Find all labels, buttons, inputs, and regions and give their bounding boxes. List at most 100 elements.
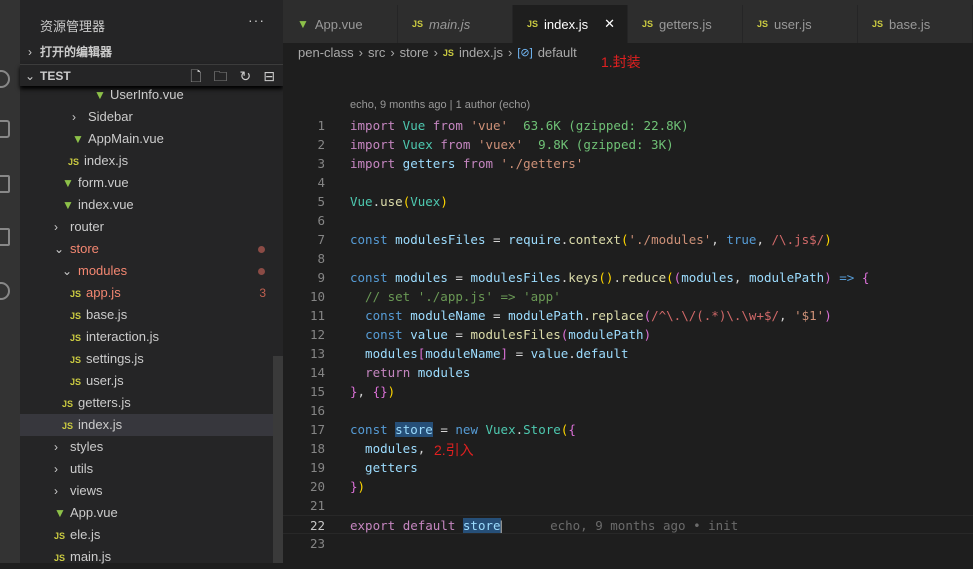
tree-item[interactable]: ▼ form.vue <box>20 172 283 194</box>
tab-App-vue[interactable]: ▼ App.vue <box>283 5 398 43</box>
annotation-2: 2.引入 <box>434 442 474 458</box>
code-token: reduce <box>620 270 667 285</box>
tree-item[interactable]: JS index.js <box>20 150 283 172</box>
code-line[interactable]: 13 modules[moduleName] = value.default <box>283 344 973 363</box>
workspace-section[interactable]: ⌄ TEST 🗋 🗀 ↻ ⊟ <box>20 64 283 86</box>
code-line[interactable]: 6 <box>283 211 973 230</box>
code-line[interactable]: 19 getters <box>283 458 973 477</box>
code-line[interactable]: 15}, {}) <box>283 382 973 401</box>
code-token: return <box>365 365 411 380</box>
debug-icon[interactable] <box>0 175 10 193</box>
tree-item-label: index.vue <box>78 197 134 212</box>
code-line[interactable]: 22 export default store| echo, 9 months ag… <box>283 515 973 534</box>
tree-item[interactable]: JS user.js <box>20 370 283 392</box>
code-line[interactable]: 20}) <box>283 477 973 496</box>
line-number: 3 <box>317 156 325 171</box>
more-actions-icon[interactable]: ··· <box>248 12 265 28</box>
close-icon[interactable]: ✕ <box>604 16 615 32</box>
line-number: 20 <box>309 479 325 494</box>
tree-item[interactable]: ⌄ store <box>20 238 283 260</box>
code-line[interactable]: 9 const modules = modulesFiles.keys().red… <box>283 268 973 287</box>
breadcrumb-item[interactable]: pen-class <box>298 45 354 60</box>
tree-item[interactable]: JS main.js <box>20 546 283 568</box>
code-line[interactable]: 21 <box>283 496 973 515</box>
vue-file-icon: ▼ <box>72 132 84 146</box>
code-line[interactable]: 3 import getters from './getters' <box>283 154 973 173</box>
tree-item[interactable]: › views <box>20 480 283 502</box>
tree-item-label: ele.js <box>70 527 101 542</box>
code-line[interactable]: 23 <box>283 534 973 553</box>
tree-item[interactable]: › styles <box>20 436 283 458</box>
tab-base-js[interactable]: JS base.js <box>858 5 973 43</box>
tree-item[interactable]: › utils <box>20 458 283 480</box>
tree-item[interactable]: JS index.js <box>20 414 283 436</box>
code-token: from <box>462 156 493 171</box>
open-editors-section[interactable]: › 打开的编辑器 <box>20 41 283 63</box>
code-line[interactable]: 11 const moduleName = modulePath.replace… <box>283 306 973 325</box>
code-token: , <box>417 441 433 456</box>
remote-icon[interactable] <box>0 282 10 300</box>
tab-getters-js[interactable]: JS getters.js <box>628 5 743 43</box>
tree-item[interactable]: ▼ index.vue <box>20 194 283 216</box>
code-line[interactable]: 5 Vue.use(Vuex) <box>283 192 973 211</box>
tab-index-js[interactable]: JS index.js ✕ <box>513 5 628 43</box>
chevron-down-icon: ⌄ <box>54 242 65 256</box>
js-file-icon: JS <box>54 531 66 541</box>
tree-item[interactable]: JS base.js <box>20 304 283 326</box>
search-icon[interactable] <box>0 70 10 88</box>
section-label: 打开的编辑器 <box>40 45 113 59</box>
annotation-1: 1.封装 <box>601 54 641 70</box>
code-line[interactable]: 12 const value = modulesFiles(modulePath… <box>283 325 973 344</box>
tab-main-js[interactable]: JS main.js <box>398 5 513 43</box>
sidebar-scrollbar[interactable] <box>273 356 283 563</box>
tree-item[interactable]: › Sidebar <box>20 106 283 128</box>
code-line[interactable]: 4 <box>283 173 973 192</box>
code-token: /^\.\/(.*)\.\w+$/ <box>651 308 780 323</box>
code-token: = <box>493 308 509 323</box>
code-line[interactable]: 17 const store = new Vuex.Store({ <box>283 420 973 439</box>
code-line[interactable]: 14 return modules <box>283 363 973 382</box>
code-editor[interactable]: 1 import Vue from 'vue' 63.6K (gzipped: 2… <box>283 116 973 553</box>
tab-label: getters.js <box>659 16 712 32</box>
code-token: modules <box>681 270 734 285</box>
breadcrumb-item[interactable]: store <box>400 45 429 60</box>
codelens-author[interactable]: echo, 9 months ago | 1 author (echo) <box>350 99 530 111</box>
tree-item[interactable]: JS app.js 3 <box>20 282 283 304</box>
code-line[interactable]: 10 // set './app.js' => 'app' <box>283 287 973 306</box>
js-file-icon: JS <box>62 421 74 431</box>
code-token: modules <box>410 365 471 380</box>
tree-item[interactable]: ▼ App.vue <box>20 502 283 524</box>
code-line[interactable]: 8 <box>283 249 973 268</box>
code-line[interactable]: 7 const modulesFiles = require.context('.… <box>283 230 973 249</box>
code-line[interactable]: 2 import Vuex from 'vuex' 9.8K (gzipped: … <box>283 135 973 154</box>
code-line[interactable]: 1 import Vue from 'vue' 63.6K (gzipped: 2… <box>283 116 973 135</box>
code-token: from <box>432 118 463 133</box>
code-token: Vue <box>350 194 373 209</box>
extensions-icon[interactable] <box>0 228 10 246</box>
breadcrumb-item[interactable]: src <box>368 45 385 60</box>
tree-item[interactable]: ▼ AppMain.vue <box>20 128 283 150</box>
line-text: modules[moduleName] = value.default <box>350 344 628 363</box>
breadcrumb-item[interactable]: index.js <box>459 45 503 60</box>
tree-item[interactable]: ⌄ modules <box>20 260 283 282</box>
tree-item[interactable]: JS interaction.js <box>20 326 283 348</box>
tree-item-label: main.js <box>70 549 112 564</box>
breadcrumb-item[interactable]: default <box>538 45 577 60</box>
code-token: export <box>350 518 396 533</box>
tab-user-js[interactable]: JS user.js <box>743 5 858 43</box>
code-line[interactable]: 18 modules, <box>283 439 973 458</box>
code-line[interactable]: 16 <box>283 401 973 420</box>
tree-item[interactable]: JS ele.js <box>20 524 283 546</box>
code-token: Vue <box>395 118 433 133</box>
tree-item[interactable]: JS getters.js <box>20 392 283 414</box>
tree-item[interactable]: JS settings.js <box>20 348 283 370</box>
code-token: const <box>350 232 388 247</box>
tree-item[interactable]: ▼ UserInfo.vue <box>20 84 283 106</box>
text-cursor: | <box>497 518 506 533</box>
tree-item[interactable]: › router <box>20 216 283 238</box>
source-control-icon[interactable] <box>0 120 10 138</box>
code-token: ( <box>643 308 652 323</box>
